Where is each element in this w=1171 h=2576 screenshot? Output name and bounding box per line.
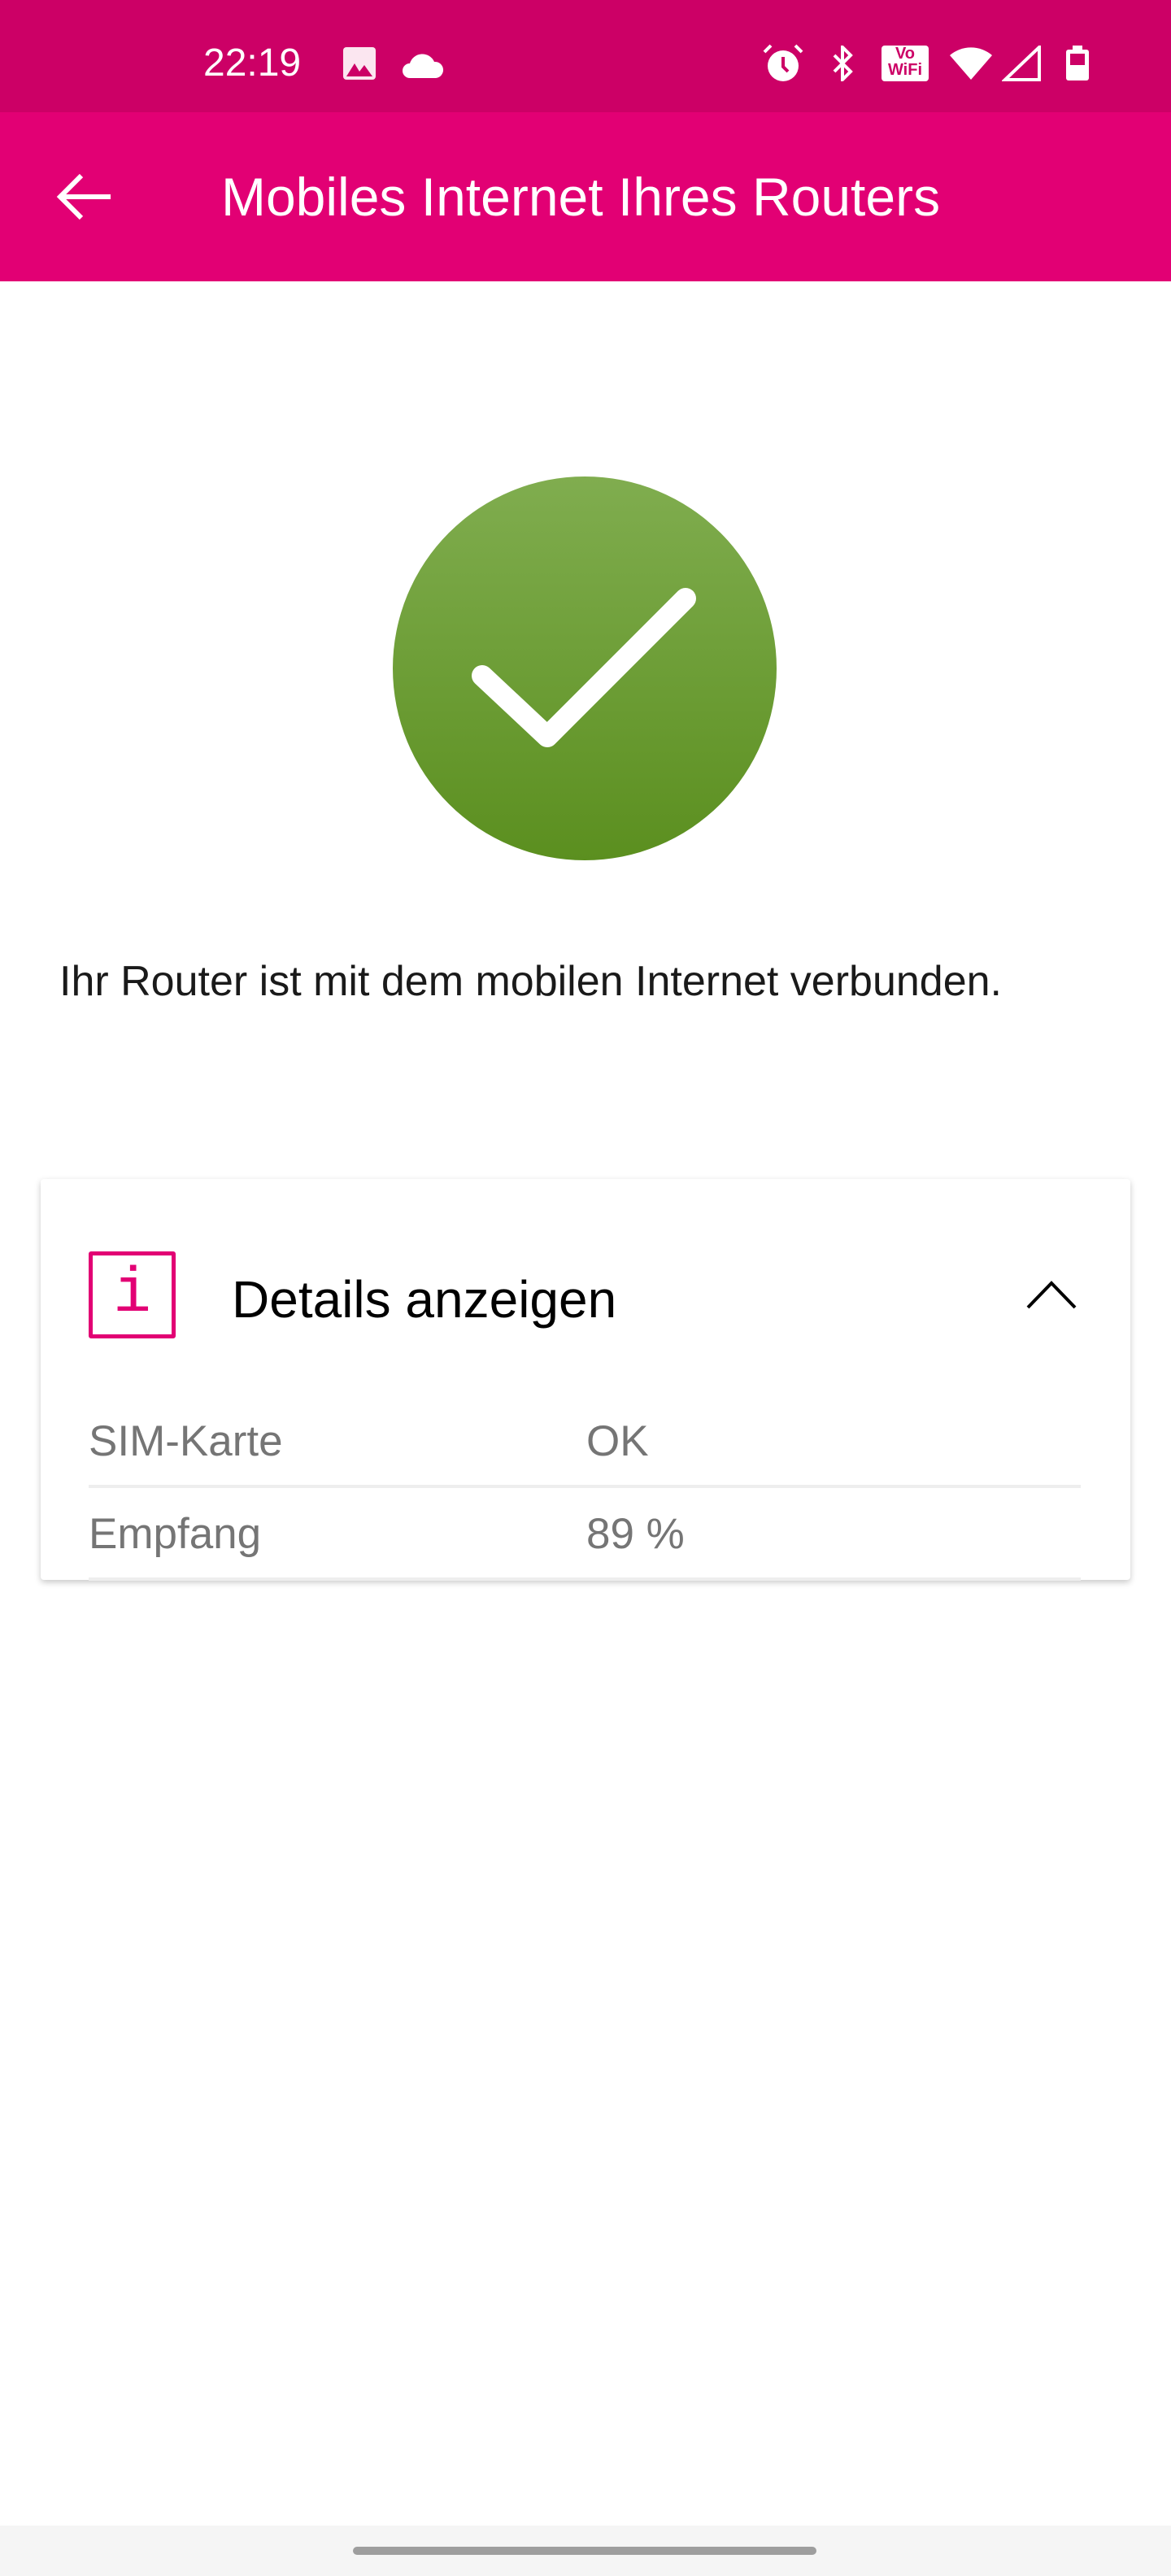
arrow-left-icon[interactable] <box>54 166 115 228</box>
bluetooth-icon <box>833 46 853 81</box>
app-bar: Mobiles Internet Ihres Routers <box>0 112 1171 281</box>
status-message: Ihr Router ist mit dem mobilen Internet … <box>59 958 1003 1005</box>
status-bar: 22:19 Vo WiFi <box>0 0 1171 112</box>
details-title[interactable]: Details anzeigen <box>232 1268 616 1330</box>
detail-value: OK <box>586 1417 649 1465</box>
signal-icon <box>1002 46 1041 81</box>
chevron-up-icon[interactable] <box>1023 1273 1080 1314</box>
system-nav-bar <box>0 2526 1171 2576</box>
detail-label: SIM-Karte <box>89 1417 283 1465</box>
wifi-icon <box>950 47 992 80</box>
vowifi-icon: Vo WiFi <box>882 46 929 81</box>
page-title: Mobiles Internet Ihres Routers <box>221 167 941 227</box>
battery-icon <box>1066 46 1089 80</box>
home-gesture-handle[interactable] <box>353 2547 816 2555</box>
detail-row-signal: Empfang 89 % <box>89 1488 1081 1581</box>
checkmark-circle-icon <box>393 476 777 860</box>
alarm-icon <box>763 44 803 81</box>
detail-row-sim: SIM-Karte OK <box>89 1395 1081 1488</box>
details-card[interactable]: i Details anzeigen SIM-Karte OK Empfang … <box>41 1179 1130 1581</box>
detail-value: 89 % <box>586 1510 685 1558</box>
detail-label: Empfang <box>89 1510 262 1558</box>
info-icon: i <box>89 1251 176 1338</box>
status-time: 22:19 <box>203 41 302 85</box>
image-icon <box>343 47 376 80</box>
cloud-icon <box>403 54 444 78</box>
